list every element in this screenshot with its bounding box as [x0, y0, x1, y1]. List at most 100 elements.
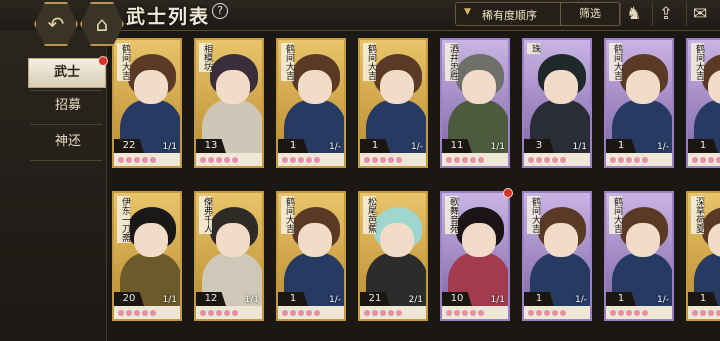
- character-count: 1/-: [328, 142, 341, 152]
- rarity-pip: [610, 156, 616, 163]
- character-level: 11: [442, 139, 472, 153]
- rarity-pip: [610, 309, 616, 316]
- rarity-pips: [278, 306, 344, 319]
- rarity-pip: [216, 156, 222, 163]
- rarity-pip: [618, 309, 624, 316]
- character-level: 1: [360, 139, 390, 153]
- character-card[interactable]: 鹤间大吉11/-: [522, 191, 592, 321]
- sidebar-item-label: 武士: [53, 65, 80, 80]
- character-card[interactable]: 鹤间大吉11/-: [604, 38, 674, 168]
- filter-button[interactable]: 筛选: [560, 3, 619, 25]
- sidebar-item-return[interactable]: 神还: [28, 128, 108, 156]
- rarity-pip: [314, 156, 320, 163]
- character-count: 1/-: [574, 295, 587, 305]
- character-level: 1: [688, 139, 718, 153]
- rarity-pip: [372, 156, 378, 163]
- character-card[interactable]: 歌舞音苑 10 1/1: [440, 191, 510, 321]
- character-icon[interactable]: ♞: [620, 2, 647, 26]
- character-level: 20: [114, 292, 144, 306]
- character-level: 21: [360, 292, 390, 306]
- character-face: [298, 223, 332, 257]
- character-name: 酒井忠胜: [445, 43, 458, 81]
- rarity-pips: [606, 153, 672, 166]
- character-card[interactable]: 鹤间大吉11/-: [604, 191, 674, 321]
- character-card[interactable]: 鹤间大吉 1 1/-: [276, 38, 346, 168]
- character-name: 深草荷夏: [691, 196, 704, 234]
- character-count: 1/1: [244, 295, 259, 305]
- character-count: 1/-: [656, 295, 669, 305]
- rarity-pip: [200, 309, 206, 316]
- back-arrow-icon: ↶: [47, 12, 65, 36]
- sidebar-item-recruit[interactable]: 招募: [28, 92, 108, 120]
- sidebar-item-samurai[interactable]: 武士: [28, 56, 108, 88]
- character-count: 1/1: [490, 142, 505, 152]
- rarity-pip: [224, 156, 230, 163]
- character-name: 珠: [527, 43, 540, 54]
- rarity-pip: [478, 156, 484, 163]
- character-card[interactable]: 珠 3 1/1: [522, 38, 592, 168]
- sort-label: 稀有度顺序: [482, 9, 537, 22]
- rarity-pips: [114, 306, 180, 319]
- rarity-pip: [364, 309, 370, 316]
- rarity-pips: [360, 306, 426, 319]
- rarity-pip: [134, 309, 140, 316]
- rarity-pip: [708, 156, 714, 163]
- rarity-pip: [396, 309, 402, 316]
- character-card[interactable]: 松尾芭蕉 21 2/1: [358, 191, 428, 321]
- rarity-pip: [536, 309, 542, 316]
- rarity-pip: [544, 309, 550, 316]
- character-name: 歌舞音苑: [445, 196, 458, 234]
- rarity-pips: [196, 306, 262, 319]
- character-level: 10: [442, 292, 472, 306]
- character-name: 鹤间大吉: [691, 43, 704, 81]
- rarity-pip: [478, 309, 484, 316]
- character-name: 鹤间大吉: [281, 43, 294, 81]
- rarity-pip: [552, 156, 558, 163]
- character-level: 22: [114, 139, 144, 153]
- rarity-pip: [462, 309, 468, 316]
- rarity-pip: [216, 309, 222, 316]
- character-card[interactable]: 傑弗千人 12 1/1: [194, 191, 264, 321]
- character-card[interactable]: 鹤间大吉11/-: [276, 191, 346, 321]
- rarity-pip: [560, 309, 566, 316]
- character-count: 1/1: [162, 295, 177, 305]
- character-level: 1: [524, 292, 554, 306]
- character-card[interactable]: 鹤间大吉 22 1/1: [112, 38, 182, 168]
- sort-dropdown[interactable]: ▼ 稀有度顺序 筛选: [455, 2, 620, 26]
- rarity-pip: [470, 156, 476, 163]
- upload-icon[interactable]: ⇪: [652, 2, 679, 26]
- mail-icon[interactable]: ✉: [686, 2, 713, 26]
- rarity-pip: [470, 309, 476, 316]
- character-card[interactable]: 相模坊 13: [194, 38, 264, 168]
- character-name: 松尾芭蕉: [363, 196, 376, 234]
- rarity-pip: [142, 309, 148, 316]
- character-face: [626, 70, 660, 104]
- character-level: 1: [278, 139, 308, 153]
- rarity-pip: [142, 156, 148, 163]
- rarity-pip: [552, 309, 558, 316]
- rarity-pip: [388, 156, 394, 163]
- divider: [30, 160, 102, 161]
- character-card[interactable]: 深草荷夏 1: [686, 191, 720, 321]
- rarity-pip: [700, 156, 706, 163]
- character-level: 1: [606, 139, 636, 153]
- rarity-pip: [708, 309, 714, 316]
- character-card[interactable]: 鹤间大吉11/-: [358, 38, 428, 168]
- sidebar-item-label: 神还: [54, 134, 81, 149]
- rarity-pip: [306, 156, 312, 163]
- help-icon[interactable]: ?: [212, 3, 228, 19]
- character-name: 相模坊: [199, 43, 212, 72]
- character-name: 鹤间大吉: [609, 43, 622, 81]
- character-name: 鹤间大吉: [117, 43, 130, 81]
- character-grid: 鹤间大吉 22 1/1 相模坊 13 鹤间大吉 1 1/- 鹤间大吉 1 1/- 酒井忠胜 11 1/1 珠…: [112, 38, 720, 341]
- rarity-pip: [126, 156, 132, 163]
- character-card[interactable]: 伊东一刀斋 20 1/1: [112, 191, 182, 321]
- page-title: 武士列表: [126, 6, 211, 28]
- notification-dot: [98, 56, 108, 66]
- rarity-pip: [314, 309, 320, 316]
- rarity-pip: [364, 156, 370, 163]
- character-card[interactable]: 酒井忠胜 11 1/1: [440, 38, 510, 168]
- character-card[interactable]: 鹤间大吉11/-: [686, 38, 720, 168]
- character-face: [380, 223, 414, 257]
- rarity-pip: [396, 156, 402, 163]
